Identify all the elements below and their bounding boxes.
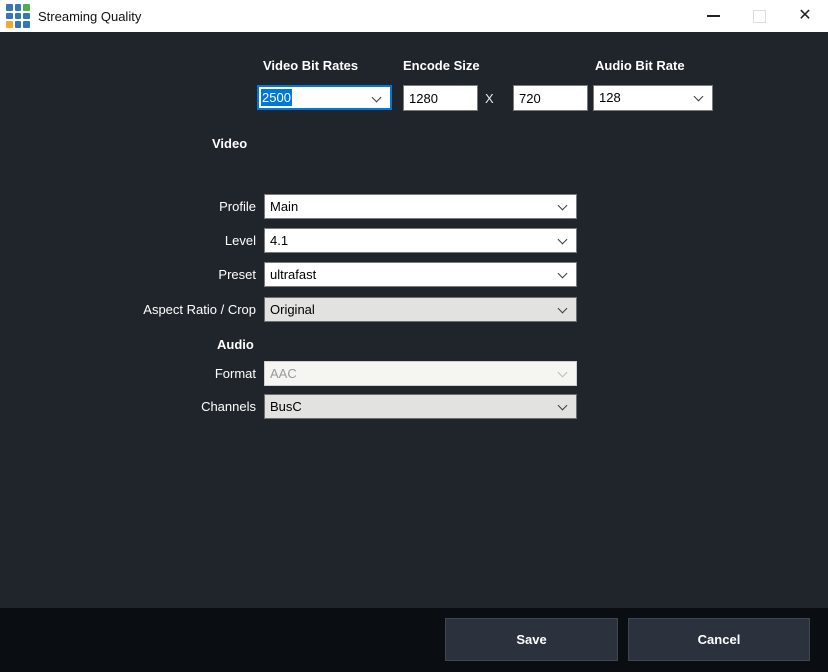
logo-cell	[23, 21, 30, 28]
close-button[interactable]: ✕	[782, 0, 828, 32]
chevron-down-icon	[558, 304, 568, 314]
encode-size-separator: X	[485, 91, 494, 106]
format-combo: AAC	[264, 361, 577, 386]
logo-cell	[23, 13, 30, 20]
logo-cell	[23, 4, 30, 11]
logo-cell	[6, 21, 13, 28]
channels-combo[interactable]: BusC	[264, 394, 577, 419]
preset-combo[interactable]: ultrafast	[264, 262, 577, 287]
audio-section-header: Audio	[217, 337, 254, 352]
audio-bit-rate-combo[interactable]: 128	[593, 85, 713, 111]
encode-height-input[interactable]	[513, 85, 588, 111]
title-bar: Streaming Quality ✕	[0, 0, 828, 32]
level-label: Level	[30, 228, 256, 253]
format-label: Format	[30, 361, 256, 386]
format-value: AAC	[270, 366, 297, 381]
preset-label: Preset	[30, 262, 256, 287]
chevron-down-icon	[558, 368, 568, 378]
cancel-button[interactable]: Cancel	[628, 618, 810, 661]
chevron-down-icon	[694, 92, 704, 102]
maximize-button[interactable]	[736, 0, 782, 32]
channels-value: BusC	[270, 399, 302, 414]
aspect-ratio-crop-combo[interactable]: Original	[264, 297, 577, 322]
profile-combo[interactable]: Main	[264, 194, 577, 219]
footer-bar: Save Cancel	[0, 608, 828, 672]
aspect-ratio-crop-label: Aspect Ratio / Crop	[30, 297, 256, 322]
window-controls: ✕	[690, 0, 828, 32]
window-title: Streaming Quality	[38, 9, 141, 24]
level-value: 4.1	[270, 233, 288, 248]
chevron-down-icon	[372, 93, 382, 103]
logo-cell	[6, 13, 13, 20]
maximize-icon	[753, 10, 766, 23]
streaming-quality-dialog: Streaming Quality ✕ Video Bit Rates Enco…	[0, 0, 828, 672]
app-logo-icon	[6, 4, 30, 28]
encode-width-input[interactable]	[403, 85, 478, 111]
channels-label: Channels	[30, 394, 256, 419]
profile-value: Main	[270, 199, 298, 214]
logo-cell	[15, 4, 22, 11]
chevron-down-icon	[558, 269, 568, 279]
encode-size-label: Encode Size	[403, 58, 480, 73]
video-bit-rates-label: Video Bit Rates	[263, 58, 358, 73]
chevron-down-icon	[558, 401, 568, 411]
minimize-button[interactable]	[690, 0, 736, 32]
close-icon: ✕	[798, 8, 811, 24]
logo-cell	[15, 13, 22, 20]
logo-cell	[6, 4, 13, 11]
video-bit-rate-combo[interactable]: 2500	[257, 85, 392, 110]
preset-value: ultrafast	[270, 267, 316, 282]
audio-bit-rate-value: 128	[599, 90, 621, 105]
aspect-ratio-crop-value: Original	[270, 302, 315, 317]
chevron-down-icon	[558, 201, 568, 211]
chevron-down-icon	[558, 235, 568, 245]
audio-bit-rate-label: Audio Bit Rate	[595, 58, 685, 73]
save-button[interactable]: Save	[445, 618, 618, 661]
level-combo[interactable]: 4.1	[264, 228, 577, 253]
video-section-header: Video	[212, 136, 247, 151]
video-bit-rate-value: 2500	[261, 89, 292, 106]
profile-label: Profile	[30, 194, 256, 219]
minimize-icon	[707, 15, 720, 17]
logo-cell	[15, 21, 22, 28]
